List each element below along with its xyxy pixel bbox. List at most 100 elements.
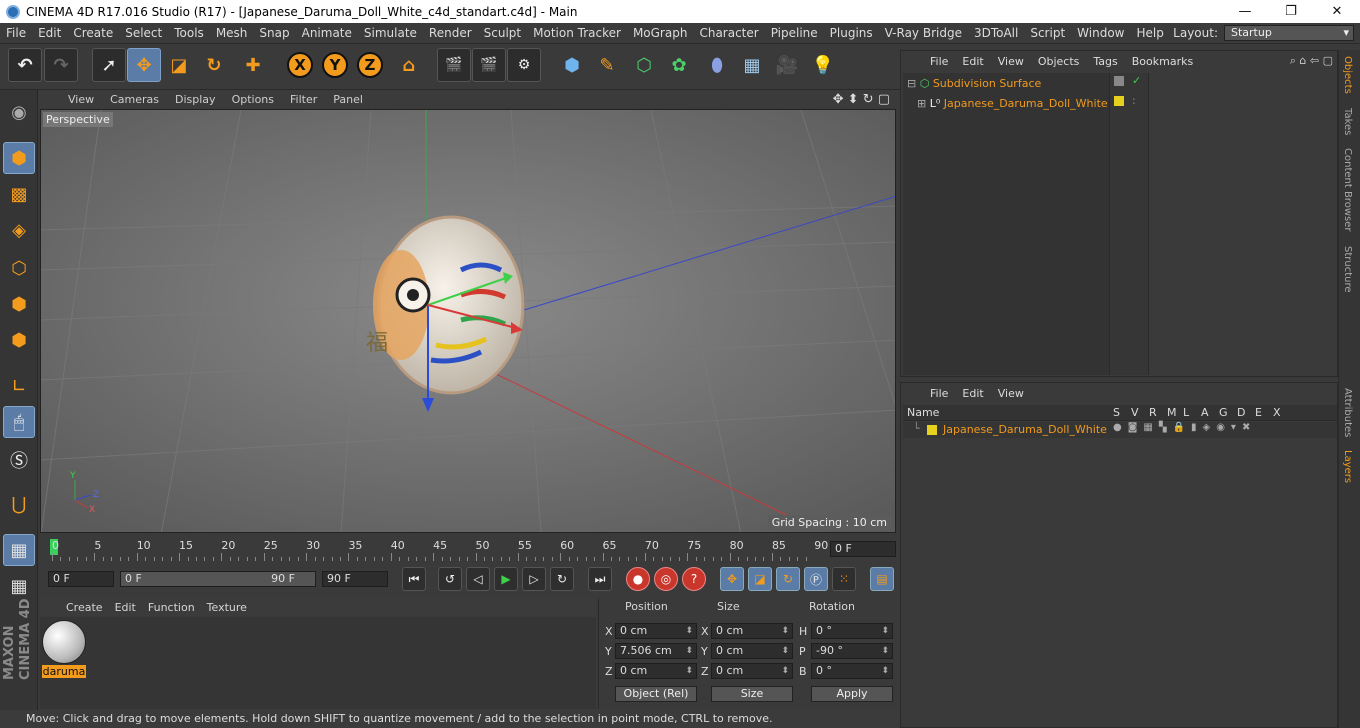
expressions-column-header[interactable]: E xyxy=(1255,406,1262,419)
menu-render[interactable]: Render xyxy=(423,26,478,40)
tab-takes[interactable]: Takes xyxy=(1342,108,1353,135)
layer-flag-icons[interactable]: ●◙▦▚🔒▮◈◉▾✖ xyxy=(1113,422,1256,433)
material-menu-create[interactable]: Create xyxy=(60,601,109,614)
size-x-field[interactable]: 0 cm xyxy=(711,623,793,639)
material-menu-function[interactable]: Function xyxy=(142,601,201,614)
menu-select[interactable]: Select xyxy=(119,26,168,40)
frame-range-slider[interactable]: 0 F 90 F xyxy=(120,571,316,587)
next-frame-button[interactable]: ▷ xyxy=(522,567,546,591)
autokeying-icon[interactable]: ◎ xyxy=(654,567,678,591)
object-row-daruma[interactable]: ⊞ L⁰ Japanese_Daruma_Doll_White xyxy=(917,95,1108,113)
objects-menu-view[interactable]: View xyxy=(991,55,1031,68)
snapping-icon[interactable]: Ⓢ xyxy=(3,444,35,476)
subdivision-surface-icon[interactable]: ⬡ xyxy=(627,48,661,82)
start-frame-field[interactable]: 0 F xyxy=(48,571,114,587)
position-x-field[interactable]: 0 cm xyxy=(615,623,697,639)
layout-dropdown[interactable]: Startup xyxy=(1224,25,1354,41)
name-column-header[interactable]: Name xyxy=(907,406,939,419)
record-rotation-icon[interactable]: ↻ xyxy=(776,567,800,591)
render-view-icon[interactable]: 🎬 xyxy=(437,48,471,82)
polygons-mode-icon[interactable]: ⬢ xyxy=(3,324,35,356)
deformers-column-header[interactable]: D xyxy=(1237,406,1245,419)
menu-create[interactable]: Create xyxy=(67,26,119,40)
size-mode-dropdown[interactable]: Size xyxy=(711,686,793,702)
rotation-h-field[interactable]: 0 ° xyxy=(811,623,893,639)
solo-column-header[interactable]: S xyxy=(1113,406,1120,419)
record-point-level-icon[interactable]: ⁙ xyxy=(832,567,856,591)
locked-column-header[interactable]: L xyxy=(1183,406,1189,419)
objects-menu-tags[interactable]: Tags xyxy=(1086,55,1124,68)
collapse-icon[interactable]: ⊟ xyxy=(907,77,916,90)
current-frame-field[interactable]: 0 F xyxy=(830,541,896,557)
object-row-subdivision[interactable]: ⊟ ⬡ Subdivision Surface xyxy=(907,75,1041,93)
end-frame-field[interactable]: 90 F xyxy=(322,571,388,587)
texture-mode-icon[interactable]: ▩ xyxy=(3,178,35,210)
go-to-end-button[interactable]: ⏭ xyxy=(588,567,612,591)
tab-objects[interactable]: Objects xyxy=(1342,56,1353,94)
render-picture-viewer-icon[interactable]: 🎬 xyxy=(472,48,506,82)
viewport-menu-options[interactable]: Options xyxy=(224,93,282,106)
previous-frame-button[interactable]: ◁ xyxy=(466,567,490,591)
deformer-icon[interactable]: ⬮ xyxy=(700,48,734,82)
menu-animate[interactable]: Animate xyxy=(296,26,358,40)
floor-scene-icon[interactable]: ▦ xyxy=(735,48,769,82)
tweak-mode-icon[interactable]: 🖱 xyxy=(3,406,35,438)
record-parameter-icon[interactable]: Ⓟ xyxy=(804,567,828,591)
move-tool-icon[interactable]: ✥ xyxy=(127,48,161,82)
menu-edit[interactable]: Edit xyxy=(32,26,67,40)
workplane-mode-icon[interactable]: ◈ xyxy=(3,214,35,246)
undo-button[interactable]: ↶ xyxy=(8,48,42,82)
redo-button[interactable]: ↷ xyxy=(44,48,78,82)
menu-3dtoall[interactable]: 3DToAll xyxy=(968,26,1024,40)
objects-menu-edit[interactable]: Edit xyxy=(955,55,990,68)
layers-menu-view[interactable]: View xyxy=(991,387,1031,400)
model-mode-icon[interactable]: ⬢ xyxy=(3,142,35,174)
render-column-header[interactable]: R xyxy=(1149,406,1157,419)
menu-sculpt[interactable]: Sculpt xyxy=(478,26,527,40)
menu-character[interactable]: Character xyxy=(693,26,764,40)
position-y-field[interactable]: 7.506 cm xyxy=(615,643,697,659)
menu-file[interactable]: File xyxy=(0,26,32,40)
xref-column-header[interactable]: X xyxy=(1273,406,1281,419)
light-icon[interactable]: 💡 xyxy=(806,48,840,82)
layers-menu-file[interactable]: File xyxy=(923,387,955,400)
x-axis-lock-icon[interactable]: X xyxy=(283,48,317,82)
viewport-menu-cameras[interactable]: Cameras xyxy=(102,93,167,106)
enabled-check-icon[interactable]: ✓ xyxy=(1132,74,1141,87)
apply-button[interactable]: Apply xyxy=(811,686,893,702)
layer-color-icon[interactable] xyxy=(1114,96,1124,106)
visibility-dots-icon[interactable]: : xyxy=(1132,94,1136,107)
material-menu-texture[interactable]: Texture xyxy=(201,601,253,614)
y-axis-lock-icon[interactable]: Y xyxy=(318,48,352,82)
expand-icon[interactable]: ⊞ xyxy=(917,97,926,110)
visibility-toggle-icon[interactable] xyxy=(1114,76,1124,86)
tab-layers[interactable]: Layers xyxy=(1342,450,1353,483)
menu-plugins[interactable]: Plugins xyxy=(824,26,879,40)
record-position-icon[interactable]: ✥ xyxy=(720,567,744,591)
magnet-icon[interactable]: ⋃ xyxy=(3,488,35,520)
tab-content-browser[interactable]: Content Browser xyxy=(1342,148,1353,231)
viewport-menu-view[interactable]: View xyxy=(60,93,102,106)
menu-snap[interactable]: Snap xyxy=(253,26,295,40)
viewport-menu-filter[interactable]: Filter xyxy=(282,93,325,106)
play-button[interactable]: ▶ xyxy=(494,567,518,591)
timeline-ruler[interactable]: 0 5 10 15 20 25 30 35 40 45 50 55 60 65 70 75 80 85 90 0 F xyxy=(40,535,896,563)
viewport-nav-icons[interactable]: ✥ ⬍ ↻ ▢ xyxy=(833,92,890,107)
menu-pipeline[interactable]: Pipeline xyxy=(765,26,824,40)
live-selection-icon[interactable]: ➚ xyxy=(92,48,126,82)
timeline-window-icon[interactable]: ▤ xyxy=(870,567,894,591)
coordinate-mode-dropdown[interactable]: Object (Rel) xyxy=(615,686,697,702)
manager-column-header[interactable]: M xyxy=(1167,406,1177,419)
scale-tool-icon[interactable]: ◪ xyxy=(162,48,196,82)
camera-icon[interactable]: 🎥 xyxy=(770,48,804,82)
cloner-icon[interactable]: ✿ xyxy=(662,48,696,82)
z-axis-lock-icon[interactable]: Z xyxy=(353,48,387,82)
menu-script[interactable]: Script xyxy=(1024,26,1071,40)
tab-attributes[interactable]: Attributes xyxy=(1342,388,1353,437)
objects-menu-objects[interactable]: Objects xyxy=(1031,55,1087,68)
menu-motion-tracker[interactable]: Motion Tracker xyxy=(527,26,627,40)
cube-primitive-icon[interactable]: ⬢ xyxy=(555,48,589,82)
close-button[interactable]: ✕ xyxy=(1314,0,1360,23)
layer-row[interactable]: └ Japanese_Daruma_Doll_White ●◙▦▚🔒▮◈◉▾✖ xyxy=(903,422,1337,438)
menu-mograph[interactable]: MoGraph xyxy=(627,26,694,40)
